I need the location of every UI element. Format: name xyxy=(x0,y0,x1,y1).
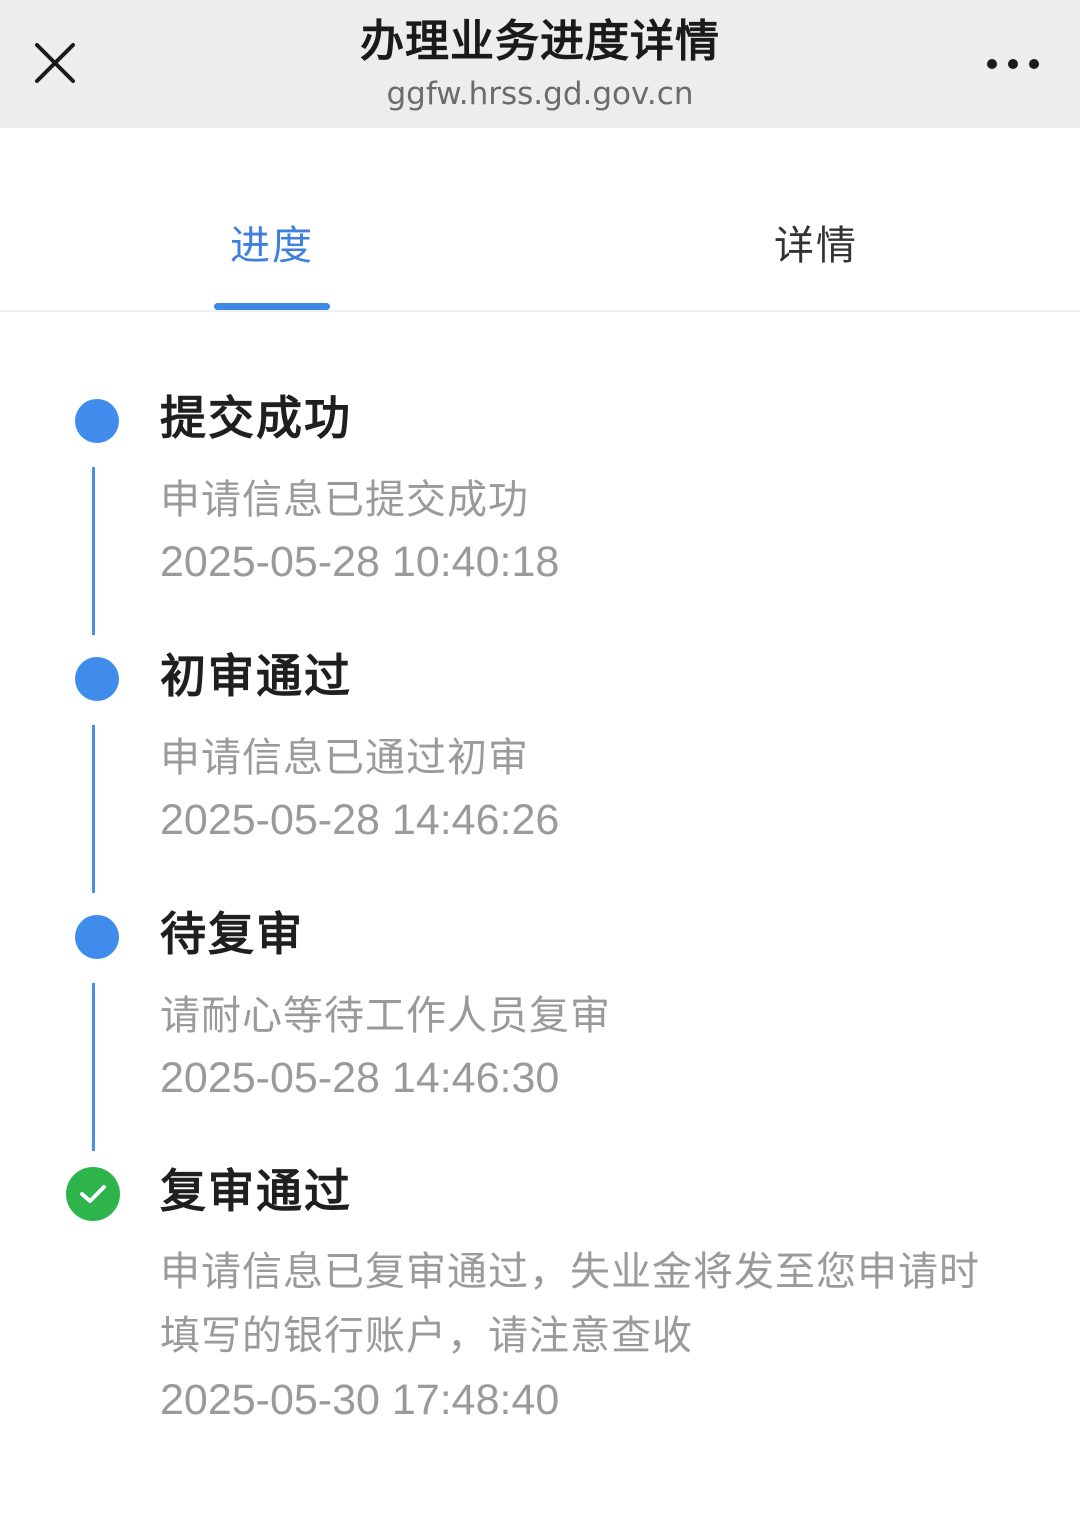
timeline-connector xyxy=(92,467,95,635)
tab-progress[interactable]: 进度 xyxy=(230,218,314,274)
page-title: 办理业务进度详情 xyxy=(360,16,720,67)
step-dot xyxy=(75,657,119,701)
checkmark-icon xyxy=(80,1185,106,1203)
step-title: 提交成功 xyxy=(160,391,352,445)
progress-timeline: 提交成功 申请信息已提交成功 2025-05-28 10:40:18 初审通过 … xyxy=(0,312,1080,1516)
step-time: 2025-05-28 14:46:26 xyxy=(160,796,560,844)
active-tab-indicator xyxy=(214,303,330,310)
top-bar: 办理业务进度详情 ggfw.hrss.gd.gov.cn xyxy=(0,0,1080,128)
step-time: 2025-05-28 14:46:30 xyxy=(160,1054,560,1102)
step-time: 2025-05-28 10:40:18 xyxy=(160,538,560,586)
step-title: 初审通过 xyxy=(160,649,352,703)
step-description: 申请信息已通过初审 xyxy=(160,735,529,781)
title-area: 办理业务进度详情 ggfw.hrss.gd.gov.cn xyxy=(200,14,880,116)
step-title: 待复审 xyxy=(160,907,304,961)
step-description: 申请信息已提交成功 xyxy=(160,477,529,523)
step-time: 2025-05-30 17:48:40 xyxy=(160,1376,560,1424)
step-description: 申请信息已复审通过，失业金将发至您申请时填写的银行账户，请注意查收 xyxy=(160,1249,980,1359)
page-url: ggfw.hrss.gd.gov.cn xyxy=(386,76,694,112)
close-icon xyxy=(35,43,75,83)
step-dot xyxy=(75,915,119,959)
timeline-connector xyxy=(92,983,95,1151)
tab-bar: 进度 详情 xyxy=(0,128,1080,312)
step-dot xyxy=(75,399,119,443)
more-icon xyxy=(987,59,1039,69)
step-title: 复审通过 xyxy=(160,1164,352,1218)
more-button[interactable] xyxy=(976,44,1050,84)
step-description: 请耐心等待工作人员复审 xyxy=(160,993,611,1039)
close-button[interactable] xyxy=(26,34,84,92)
timeline-connector xyxy=(92,725,95,893)
tab-detail[interactable]: 详情 xyxy=(774,218,858,274)
step-complete-dot xyxy=(66,1167,120,1221)
